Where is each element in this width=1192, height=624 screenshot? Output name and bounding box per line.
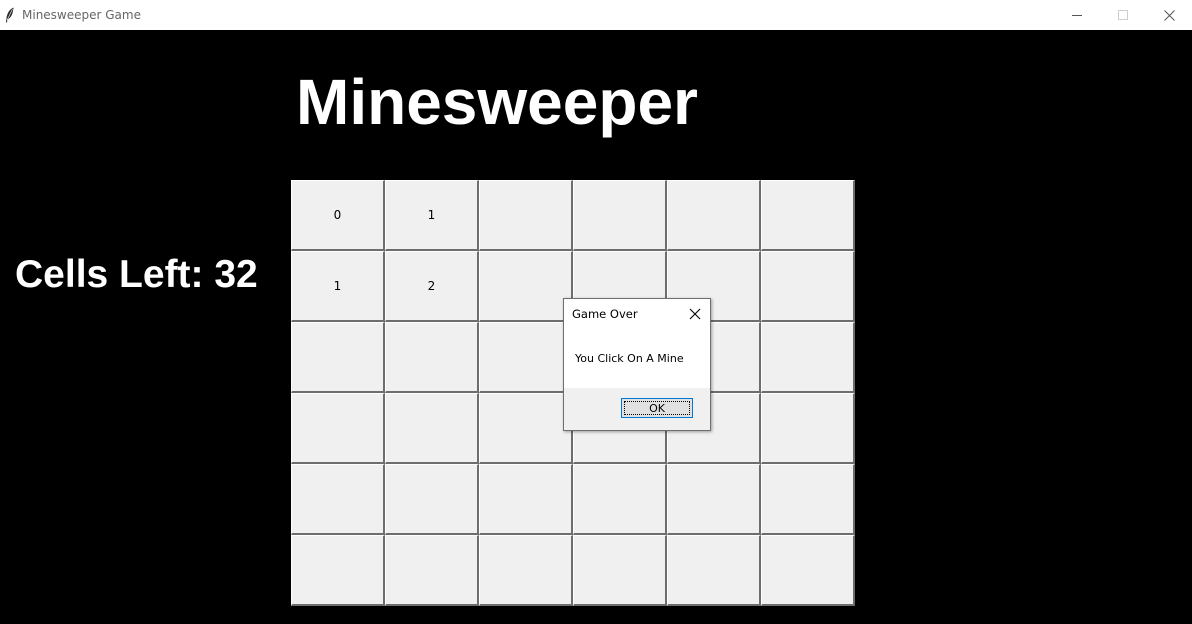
dialog-close-icon[interactable] [686, 305, 704, 323]
board-cell[interactable] [761, 322, 855, 393]
minimize-icon [1072, 15, 1082, 16]
board-cell[interactable] [291, 464, 385, 535]
dialog-header[interactable]: Game Over [564, 299, 710, 329]
ok-button[interactable]: OK [621, 398, 693, 418]
feather-icon [4, 7, 16, 23]
window-title: Minesweeper Game [22, 8, 141, 22]
board-cell[interactable] [385, 393, 479, 464]
board-cell[interactable] [479, 251, 573, 322]
game-over-dialog: Game Over You Click On A Mine OK [563, 298, 711, 431]
game-title: Minesweeper [296, 66, 698, 138]
maximize-icon [1118, 10, 1128, 20]
maximize-button[interactable] [1100, 0, 1146, 30]
board-cell[interactable] [761, 251, 855, 322]
board-cell[interactable] [479, 393, 573, 464]
board-cell[interactable] [385, 322, 479, 393]
board-cell[interactable] [573, 464, 667, 535]
board-cell[interactable] [291, 322, 385, 393]
board-cell[interactable] [667, 464, 761, 535]
close-icon [1163, 9, 1175, 21]
board-cell[interactable] [761, 464, 855, 535]
minimize-button[interactable] [1054, 0, 1100, 30]
board-cell[interactable]: 1 [291, 251, 385, 322]
board-cell[interactable] [667, 180, 761, 251]
board-cell[interactable] [667, 535, 761, 606]
cells-left-counter: Cells Left: 32 [15, 253, 258, 296]
board-cell[interactable]: 0 [291, 180, 385, 251]
app-window: Minesweeper Game Minesweeper Cells Left:… [0, 0, 1192, 624]
board-cell[interactable] [573, 535, 667, 606]
board-cell[interactable] [291, 535, 385, 606]
dialog-message: You Click On A Mine [575, 352, 684, 365]
board-cell[interactable]: 2 [385, 251, 479, 322]
dialog-title: Game Over [572, 307, 638, 321]
board-cell[interactable] [291, 393, 385, 464]
board-cell[interactable] [761, 180, 855, 251]
board-cell[interactable] [385, 464, 479, 535]
board-cell[interactable] [479, 180, 573, 251]
board-cell[interactable] [385, 535, 479, 606]
board-cell[interactable] [761, 535, 855, 606]
board-cell[interactable]: 1 [385, 180, 479, 251]
board-cell[interactable] [479, 535, 573, 606]
title-bar[interactable]: Minesweeper Game [0, 0, 1192, 30]
board-cell[interactable] [479, 464, 573, 535]
close-button[interactable] [1146, 0, 1192, 30]
board-cell[interactable] [479, 322, 573, 393]
board-cell[interactable] [761, 393, 855, 464]
board-cell[interactable] [573, 180, 667, 251]
focus-ring [624, 401, 690, 415]
dialog-footer: OK [564, 388, 710, 430]
